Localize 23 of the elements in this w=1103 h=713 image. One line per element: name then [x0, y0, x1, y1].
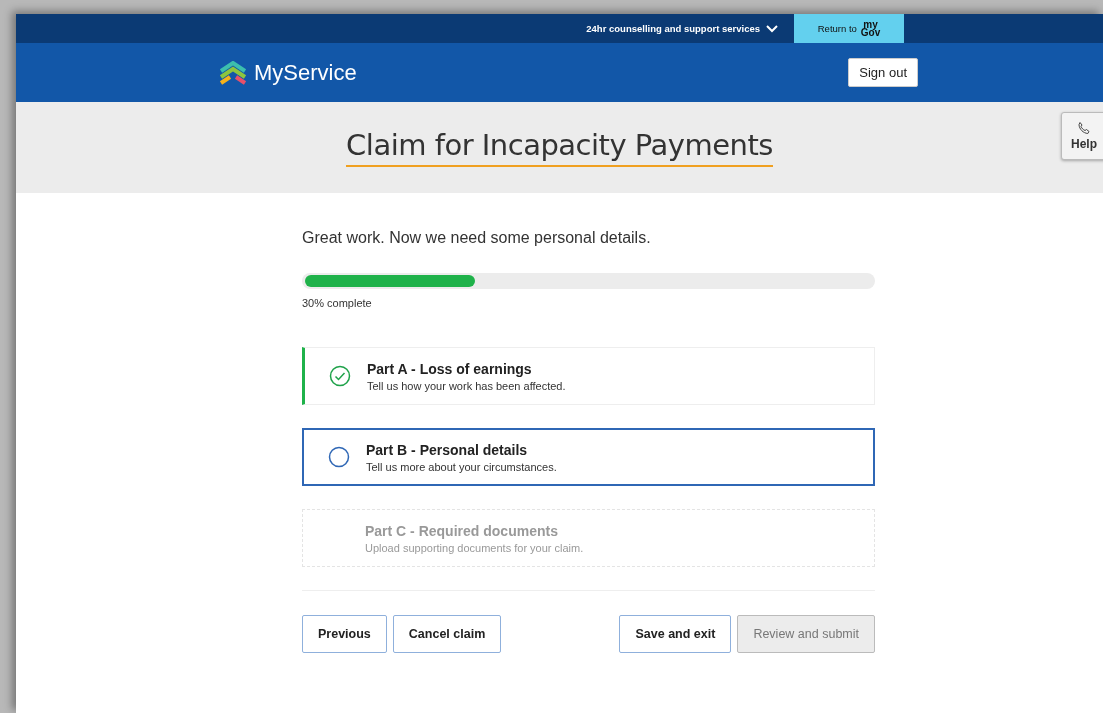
action-button[interactable]: Previous [302, 615, 387, 653]
intro-text: Great work. Now we need some personal details. [302, 229, 652, 247]
phone-icon [1077, 121, 1091, 135]
part-description: Tell us how your work has been affected. [367, 379, 566, 392]
part-title: Part C - Required documents [365, 522, 559, 539]
part-description: Upload supporting documents for your claim. [365, 541, 584, 554]
brand-name: MyService [254, 59, 357, 86]
progress-label: 30% complete [302, 297, 373, 309]
action-button[interactable]: Cancel claim [392, 615, 502, 653]
claim-part-card[interactable]: Part A - Loss of earnings Tell us how your work has been affected. [302, 347, 875, 405]
part-title: Part A - Loss of earnings [367, 360, 533, 377]
help-button[interactable]: Help [1061, 112, 1103, 160]
circle-icon [328, 446, 350, 468]
page-title: Claim for Incapacity Payments [346, 128, 773, 167]
claim-part-card[interactable]: Part B - Personal details Tell us more about your circumstances. [302, 428, 875, 486]
logo-icon [218, 60, 248, 85]
action-button[interactable]: Save and exit [619, 615, 732, 653]
support-menu[interactable]: 24hr counselling and support services [586, 14, 794, 43]
chevron-down-icon [766, 24, 778, 33]
part-title: Part B - Personal details [366, 441, 529, 458]
check-circle-icon [329, 365, 351, 387]
part-description: Tell us more about your circumstances. [366, 460, 557, 473]
sign-out-button[interactable]: Sign out [848, 58, 918, 87]
